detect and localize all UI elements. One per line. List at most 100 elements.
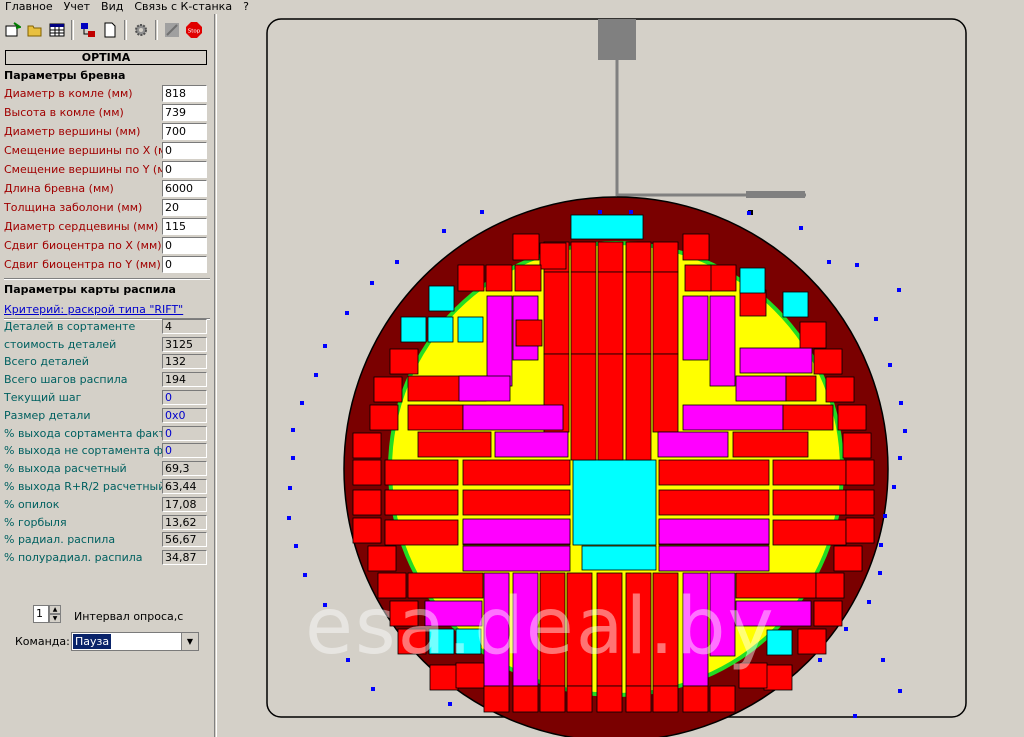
menu-help[interactable]: ? bbox=[238, 0, 255, 14]
bottom-board bbox=[566, 685, 593, 713]
stop-icon[interactable]: Stop bbox=[184, 20, 204, 40]
poll-interval-value[interactable]: 1 bbox=[33, 605, 49, 623]
open-project-icon[interactable] bbox=[3, 20, 23, 40]
radial-board bbox=[625, 353, 652, 461]
edge-board bbox=[389, 600, 419, 627]
spin-down-icon[interactable]: ▼ bbox=[49, 614, 61, 623]
edge-board bbox=[377, 572, 407, 599]
log-param-row: Высота в комле (мм) 739 bbox=[0, 103, 214, 122]
core-board bbox=[427, 316, 454, 343]
poll-interval-stepper[interactable]: 1 ▲ ▼ bbox=[33, 605, 63, 623]
edge-board bbox=[373, 376, 403, 403]
cut-point-marker bbox=[323, 603, 327, 607]
top-offset-y-field[interactable]: 0 bbox=[162, 161, 207, 178]
param-label: Диаметр в комле (мм) bbox=[4, 87, 133, 100]
radial-board bbox=[462, 459, 571, 486]
command-select[interactable]: Пауза ▼ bbox=[71, 632, 199, 651]
chevron-down-icon[interactable]: ▼ bbox=[181, 633, 198, 650]
cut-point-marker bbox=[395, 260, 399, 264]
param-label: Диаметр сердцевины (мм) bbox=[4, 220, 159, 233]
stop-icon-label: Stop bbox=[188, 29, 201, 35]
settings-gear-icon[interactable] bbox=[131, 20, 151, 40]
criteria-link[interactable]: Критерий: раскрой типа "RIFT" bbox=[4, 303, 183, 316]
param-label: Толщина заболони (мм) bbox=[4, 201, 143, 214]
core-board bbox=[766, 629, 793, 656]
log-param-row: Смещение вершины по X (мм) 0 bbox=[0, 141, 214, 160]
stat-row: % выхода не сортамента факт. 0 bbox=[0, 442, 214, 460]
param-label: Диаметр вершины (мм) bbox=[4, 125, 141, 138]
folder-icon[interactable] bbox=[25, 20, 45, 40]
radial-board bbox=[772, 519, 847, 546]
cut-point-marker bbox=[897, 288, 901, 292]
radial-board bbox=[625, 241, 652, 273]
cut-point-marker bbox=[899, 401, 903, 405]
stat-label: Текущий шаг bbox=[4, 391, 82, 404]
radial-board bbox=[652, 353, 679, 433]
stat-row: % горбыля 13,62 bbox=[0, 514, 214, 532]
edge-board bbox=[512, 233, 540, 261]
edge-board bbox=[845, 459, 875, 486]
edge-board bbox=[738, 662, 768, 689]
biocenter-shift-x-field[interactable]: 0 bbox=[162, 237, 207, 254]
core-diameter-field[interactable]: 115 bbox=[162, 218, 207, 235]
saw-blade bbox=[746, 191, 805, 198]
edge-board bbox=[682, 233, 710, 261]
radial-board bbox=[417, 431, 492, 458]
stat-label: % выхода расчетный bbox=[4, 462, 127, 475]
edit-icon[interactable] bbox=[162, 20, 182, 40]
log-param-row: Диаметр вершины (мм) 700 bbox=[0, 122, 214, 141]
cut-point-marker bbox=[879, 543, 883, 547]
param-label: Высота в комле (мм) bbox=[4, 106, 124, 119]
menu-main[interactable]: Главное bbox=[0, 0, 59, 14]
top-offset-x-field[interactable]: 0 bbox=[162, 142, 207, 159]
stat-row: % выхода расчетный 69,3 bbox=[0, 460, 214, 478]
menu-accounting[interactable]: Учет bbox=[59, 0, 96, 14]
radial-board bbox=[652, 271, 679, 355]
top-diameter-field[interactable]: 700 bbox=[162, 123, 207, 140]
core-board bbox=[400, 316, 427, 343]
radial-board bbox=[782, 404, 834, 431]
log-length-field[interactable]: 6000 bbox=[162, 180, 207, 197]
menu-connection[interactable]: Связь с К-станка bbox=[129, 0, 238, 14]
cut-point-marker bbox=[287, 516, 291, 520]
cut-point-marker bbox=[853, 714, 857, 718]
spin-up-icon[interactable]: ▲ bbox=[49, 605, 61, 614]
bottom-board bbox=[539, 685, 566, 713]
edge-board bbox=[352, 489, 382, 516]
edge-board bbox=[352, 517, 382, 544]
log-param-row: Диаметр в комле (мм) 818 bbox=[0, 84, 214, 103]
table-icon[interactable] bbox=[47, 20, 67, 40]
semiradial-board bbox=[462, 404, 564, 431]
biocenter-shift-y-field[interactable]: 0 bbox=[162, 256, 207, 273]
radial-board bbox=[772, 489, 847, 516]
stat-row: Деталей в сортаменте 4 bbox=[0, 318, 214, 336]
semiradial-board bbox=[735, 375, 787, 402]
stat-value: 132 bbox=[162, 354, 207, 369]
cut-point-marker bbox=[881, 658, 885, 662]
new-document-icon[interactable] bbox=[100, 20, 120, 40]
stat-row: % выхода R+R/2 расчетный 63,44 bbox=[0, 478, 214, 496]
semiradial-board bbox=[458, 375, 511, 402]
cut-point-marker bbox=[883, 514, 887, 518]
radial-board bbox=[682, 572, 709, 687]
toolbar-separator bbox=[155, 20, 158, 40]
cut-point-marker bbox=[291, 428, 295, 432]
butt-height-field[interactable]: 739 bbox=[162, 104, 207, 121]
edge-board bbox=[833, 545, 863, 572]
butt-diameter-field[interactable]: 818 bbox=[162, 85, 207, 102]
sapwood-thickness-field[interactable]: 20 bbox=[162, 199, 207, 216]
stat-label: Всего шагов распила bbox=[4, 373, 128, 386]
radial-board bbox=[384, 459, 459, 486]
cut-point-marker bbox=[898, 689, 902, 693]
param-label: Длина бревна (мм) bbox=[4, 182, 114, 195]
menu-view[interactable]: Вид bbox=[96, 0, 129, 14]
cut-point-marker bbox=[898, 456, 902, 460]
cut-map-heading: Параметры карты распила bbox=[4, 283, 176, 296]
core-board bbox=[581, 545, 657, 571]
cut-point-marker bbox=[878, 571, 882, 575]
radial-board bbox=[652, 241, 679, 273]
connect-icon[interactable] bbox=[78, 20, 98, 40]
cut-point-marker bbox=[844, 627, 848, 631]
stat-row: Всего деталей 132 bbox=[0, 353, 214, 371]
semiradial-board bbox=[657, 431, 729, 458]
